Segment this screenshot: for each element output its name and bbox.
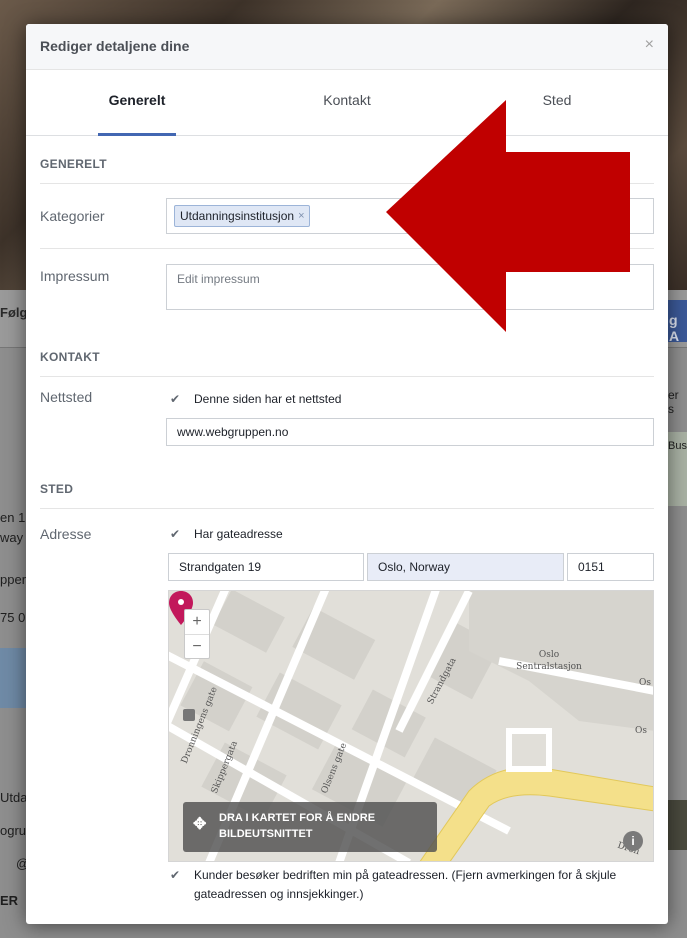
drag-move-icon: ✥: [193, 816, 207, 833]
city-input[interactable]: Oslo, Norway: [367, 553, 564, 581]
section-title-contact: KONTAKT: [40, 350, 100, 364]
has-street-address-label: Har gateadresse: [194, 527, 283, 541]
background-text: 75 0: [0, 610, 26, 625]
address-label: Adresse: [40, 526, 92, 542]
tab-general[interactable]: Generelt: [77, 92, 197, 108]
has-website-checkbox-row[interactable]: ✔ Denne siden har et nettsted: [170, 392, 341, 406]
background-text: ER: [0, 893, 19, 908]
postal-code-input[interactable]: 0151: [567, 553, 654, 581]
dialog-title: Rediger detaljene dine: [40, 38, 190, 54]
background-photo-fragment: [668, 800, 687, 850]
divider: [40, 376, 654, 377]
map-drag-tooltip-text: DRA I KARTET FOR Å ENDRE BILDEUTSNITTET: [219, 812, 376, 840]
background-text: ogru: [0, 823, 27, 838]
visitors-checkbox-row[interactable]: ✔ Kunder besøker bedriften min på gatead…: [170, 866, 650, 904]
map-zoom-control: + −: [184, 609, 210, 659]
category-token: Utdanningsinstitusjon ×: [174, 205, 310, 227]
checkmark-icon[interactable]: ✔: [170, 392, 184, 406]
remove-token-icon[interactable]: ×: [298, 210, 304, 222]
background-text: Bus: [668, 440, 687, 452]
checkmark-icon[interactable]: ✔: [170, 866, 184, 885]
impressum-label: Impressum: [40, 268, 110, 284]
website-input[interactable]: www.webgruppen.no: [166, 418, 654, 446]
section-title-general: GENERELT: [40, 157, 107, 171]
street-input[interactable]: Strandgaten 19: [168, 553, 364, 581]
visitors-checkbox-label: Kunder besøker bedriften min på gateadre…: [194, 868, 617, 901]
background-text: way: [0, 530, 24, 545]
background-map-fragment: [0, 648, 27, 708]
map-label-station: Oslo Sentralstasjon: [516, 650, 582, 672]
close-icon[interactable]: ×: [645, 36, 654, 54]
map-label-fragment: Os: [639, 678, 651, 688]
background-text: Utda: [0, 790, 28, 805]
active-tab-indicator: [98, 133, 176, 136]
location-map[interactable]: Oslo Sentralstasjon Dronningens gate Ski…: [168, 590, 654, 862]
background-text: pper: [0, 572, 27, 587]
category-token-label: Utdanningsinstitusjon: [180, 209, 295, 223]
background-text: er s: [668, 388, 679, 416]
red-arrow-annotation: [386, 100, 630, 332]
divider: [40, 508, 654, 509]
has-website-label: Denne siden har et nettsted: [194, 392, 342, 406]
map-label-fragment: Os: [635, 726, 647, 736]
zoom-in-button[interactable]: +: [185, 610, 209, 634]
checkmark-icon[interactable]: ✔: [170, 527, 184, 541]
categories-label: Kategorier: [40, 208, 105, 224]
map-info-icon[interactable]: i: [623, 831, 643, 851]
background-text: en 1: [0, 510, 26, 525]
zoom-out-button[interactable]: −: [185, 634, 209, 658]
website-label: Nettsted: [40, 389, 93, 405]
has-street-address-checkbox-row[interactable]: ✔ Har gateadresse: [170, 527, 283, 541]
dialog-header: Rediger detaljene dine ×: [26, 24, 668, 70]
follow-button-fragment: Følg: [0, 305, 28, 320]
section-title-location: STED: [40, 482, 74, 496]
map-drag-tooltip: ✥ DRA I KARTET FOR Å ENDRE BILDEUTSNITTE…: [183, 802, 437, 852]
